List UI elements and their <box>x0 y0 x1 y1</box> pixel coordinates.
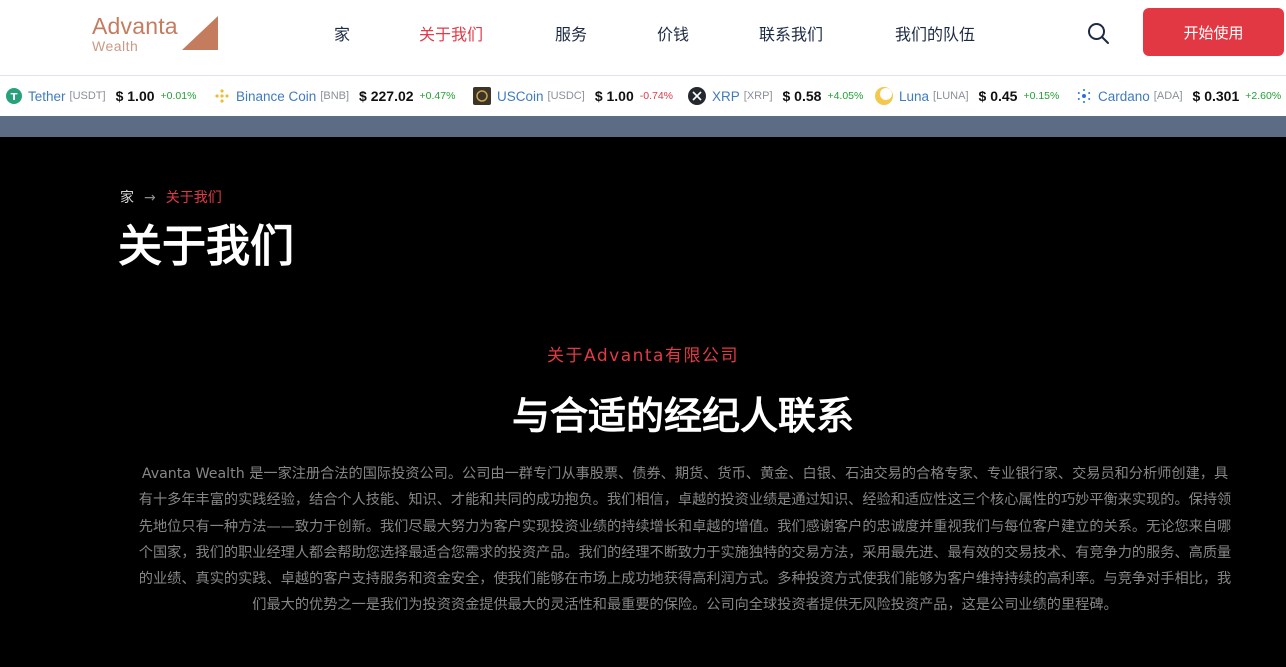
brand-triangle-icon <box>182 16 218 50</box>
ticker-item[interactable]: Cardano [ADA] $ 0.301 +2.60% <box>1076 76 1281 116</box>
ticker-change: +4.05% <box>827 90 864 102</box>
ticker-item[interactable]: Luna [LUNA] $ 0.45 +0.15% <box>875 76 1059 116</box>
ticker-price: $ 0.45 <box>978 88 1018 104</box>
tether-icon: T <box>6 88 22 104</box>
ticker-change: +0.15% <box>1023 90 1060 102</box>
section-title: 与合适的经纪人联系 <box>511 394 854 438</box>
ticker-symbol: [ADA] <box>1153 90 1183 102</box>
nav-item-home[interactable]: 家 <box>334 21 350 45</box>
ticker-item[interactable]: Binance Coin [BNB] $ 227.02 +0.47% <box>214 76 455 116</box>
ticker-symbol: [USDC] <box>547 90 585 102</box>
ticker-change: +0.01% <box>160 90 197 102</box>
binance-icon <box>214 88 230 104</box>
breadcrumb-current: 关于我们 <box>165 190 222 206</box>
ticker-name: Binance Coin <box>236 88 317 104</box>
ticker-name: USCoin <box>497 88 544 104</box>
ticker-symbol: [BNB] <box>320 90 350 102</box>
ticker-change: +2.60% <box>1245 90 1282 102</box>
ticker-symbol: [LUNA] <box>933 90 969 102</box>
ticker-price: $ 0.301 <box>1192 88 1240 104</box>
nav-item-pricing[interactable]: 价钱 <box>657 21 689 45</box>
ticker-name: Tether <box>28 88 66 104</box>
divider-band <box>0 116 1286 137</box>
section-eyebrow: 关于Advanta有限公司 <box>547 346 739 366</box>
uscoin-icon <box>473 87 491 105</box>
svg-text:T: T <box>11 92 18 103</box>
cardano-icon <box>1076 88 1092 104</box>
brand-logo[interactable]: Advanta Wealth <box>90 13 220 55</box>
brand-name: Advanta <box>92 13 178 39</box>
ticker-item[interactable]: USCoin [USDC] $ 1.00 -0.74% <box>473 76 673 116</box>
search-button[interactable] <box>1086 21 1110 45</box>
ticker-name: XRP <box>712 88 740 104</box>
ticker-price: $ 227.02 <box>359 88 414 104</box>
breadcrumb: 家 → 关于我们 <box>120 187 222 207</box>
luna-icon <box>875 87 893 105</box>
ticker-change: +0.47% <box>419 90 456 102</box>
xrp-icon <box>688 87 706 105</box>
page-title: 关于我们 <box>118 221 294 272</box>
ticker-price: $ 0.58 <box>782 88 822 104</box>
nav-item-about[interactable]: 关于我们 <box>419 21 483 45</box>
breadcrumb-arrow-icon: → <box>144 190 156 206</box>
breadcrumb-home-link[interactable]: 家 <box>120 190 134 206</box>
brand-subtitle: Wealth <box>92 38 139 54</box>
ticker-item[interactable]: T Tether [USDT] $ 1.00 +0.01% <box>6 76 196 116</box>
ticker-change: -0.74% <box>639 90 674 102</box>
about-description: Avanta Wealth 是一家注册合法的国际投资公司。公司由一群专门从事股票… <box>138 466 1232 614</box>
nav-item-team[interactable]: 我们的队伍 <box>895 21 975 45</box>
ticker-item[interactable]: XRP [XRP] $ 0.58 +4.05% <box>688 76 863 116</box>
get-started-button[interactable]: 开始使用 <box>1143 8 1284 56</box>
ticker-price: $ 1.00 <box>594 88 634 104</box>
crypto-ticker: T Tether [USDT] $ 1.00 +0.01% Binance Co… <box>0 76 1286 116</box>
nav-item-contact[interactable]: 联系我们 <box>759 21 823 45</box>
ticker-symbol: [XRP] <box>743 90 773 102</box>
search-icon <box>1088 23 1109 44</box>
ticker-name: Luna <box>899 88 930 104</box>
site-header: Advanta Wealth 家 关于我们 服务 价钱 联系我们 我们的队伍 开… <box>0 0 1286 76</box>
ticker-symbol: [USDT] <box>69 90 106 102</box>
nav-item-services[interactable]: 服务 <box>555 21 587 45</box>
ticker-price: $ 1.00 <box>115 88 155 104</box>
ticker-name: Cardano <box>1098 88 1150 104</box>
